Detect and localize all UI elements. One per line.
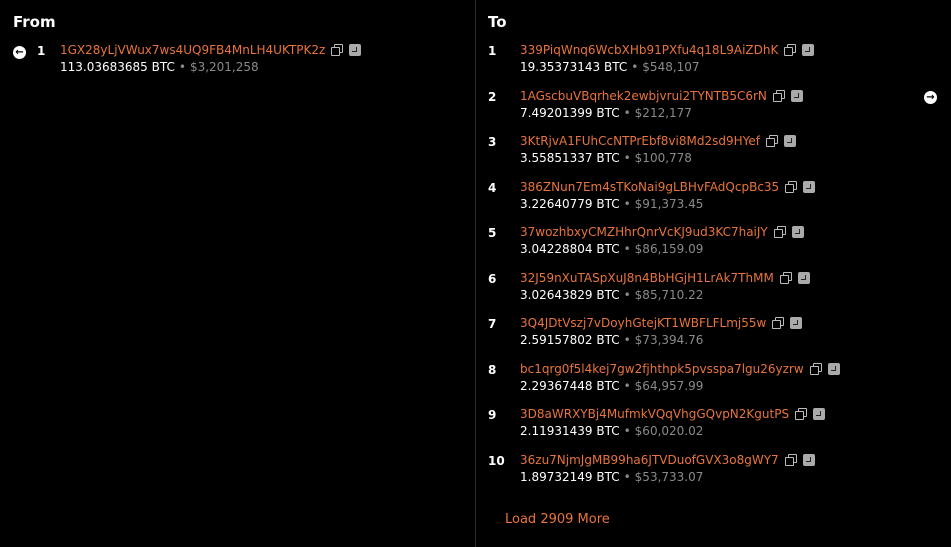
copy-icon[interactable]	[773, 226, 786, 238]
from-title: From	[13, 13, 56, 31]
explorer-icon[interactable]	[349, 44, 362, 56]
copy-icon[interactable]	[784, 454, 797, 466]
output-btc-amount: 19.35373143 BTC	[520, 60, 628, 74]
output-usd-amount: $212,177	[634, 106, 692, 120]
separator-dot: •	[623, 470, 631, 484]
output-index: 7	[488, 317, 497, 331]
from-input-row: 1 1GX28yLjVWux7ws4UQ9FB4MnLH4UKTPK2z 113…	[37, 43, 457, 77]
output-index: 1	[488, 44, 497, 58]
copy-icon[interactable]	[785, 181, 798, 193]
output-index: 3	[488, 135, 497, 149]
output-row: 6 32J59nXuTASpXuJ8n4BbHGjH1LrAk7ThMM 3.026…	[488, 271, 918, 305]
output-usd-amount: $91,373.45	[634, 197, 704, 211]
explorer-icon[interactable]	[790, 317, 803, 329]
copy-icon[interactable]	[784, 44, 797, 56]
output-row: 4 386ZNun7Em4sTKoNai9gLBHvFAdQcpBc35 3.226…	[488, 180, 918, 214]
output-usd-amount: $64,957.99	[634, 379, 704, 393]
output-address-link[interactable]: 32J59nXuTASpXuJ8n4BbHGjH1LrAk7ThMM	[520, 271, 774, 285]
to-title: To	[488, 13, 507, 31]
input-address-link[interactable]: 1GX28yLjVWux7ws4UQ9FB4MnLH4UKTPK2z	[60, 43, 325, 57]
input-usd-amount: $3,201,258	[189, 60, 259, 74]
separator-dot: •	[178, 60, 186, 74]
explorer-icon[interactable]	[797, 272, 810, 284]
output-btc-amount: 3.04228804 BTC	[520, 242, 620, 256]
output-index: 8	[488, 363, 497, 377]
transaction-io-panel: From ← 1 1GX28yLjVWux7ws4UQ9FB4MnLH4UKTP…	[0, 0, 951, 547]
output-address-link[interactable]: 3D8aWRXYBj4MufmkVQqVhgGQvpN2KgutPS	[520, 407, 789, 421]
separator-dot: •	[623, 333, 631, 347]
output-row: 10 36zu7NjmJgMB99ha6JTVDuofGVX3o8gWY7 1.89…	[488, 453, 918, 487]
copy-icon[interactable]	[809, 363, 822, 375]
separator-dot: •	[623, 424, 631, 438]
output-address-link[interactable]: 3Q4JDtVszj7vDoyhGtejKT1WBFLFLmj55w	[520, 316, 766, 330]
output-address-link[interactable]: bc1qrg0f5l4kej7gw2fjhthpk5pvsspa7lgu26yz…	[520, 362, 804, 376]
output-usd-amount: $85,710.22	[634, 288, 704, 302]
input-index: 1	[37, 44, 46, 58]
copy-icon[interactable]	[772, 90, 785, 102]
input-btc-amount: 113.03683685 BTC	[60, 60, 175, 74]
explorer-icon[interactable]	[790, 90, 803, 102]
output-btc-amount: 2.29367448 BTC	[520, 379, 620, 393]
output-btc-amount: 3.55851337 BTC	[520, 151, 620, 165]
output-btc-amount: 1.89732149 BTC	[520, 470, 620, 484]
output-row: 1 339PiqWnq6WcbXHb91PXfu4q18L9AiZDhK 19.35…	[488, 43, 918, 77]
output-row: 7 3Q4JDtVszj7vDoyhGtejKT1WBFLFLmj55w 2.591…	[488, 316, 918, 350]
copy-icon[interactable]	[765, 135, 778, 147]
output-row: 2 1AGscbuVBqrhek2ewbjvrui2TYNTB5C6rN 7.492…	[488, 89, 918, 123]
separator-dot: •	[623, 242, 631, 256]
output-btc-amount: 7.49201399 BTC	[520, 106, 620, 120]
explorer-icon[interactable]	[827, 363, 840, 375]
output-address-link[interactable]: 386ZNun7Em4sTKoNai9gLBHvFAdQcpBc35	[520, 180, 779, 194]
explorer-icon[interactable]	[802, 44, 815, 56]
separator-dot: •	[623, 151, 631, 165]
copy-icon[interactable]	[795, 408, 808, 420]
explorer-icon[interactable]	[802, 454, 815, 466]
separator-dot: •	[631, 60, 639, 74]
separator-dot: •	[623, 379, 631, 393]
output-index: 5	[488, 226, 497, 240]
output-row: 9 3D8aWRXYBj4MufmkVQqVhgGQvpN2KgutPS 2.119…	[488, 407, 918, 441]
output-index: 10	[488, 454, 505, 468]
output-address-link[interactable]: 36zu7NjmJgMB99ha6JTVDuofGVX3o8gWY7	[520, 453, 779, 467]
output-usd-amount: $53,733.07	[634, 470, 704, 484]
arrow-left-icon[interactable]: ←	[13, 46, 26, 59]
output-row: 5 37wozhbxyCMZHhrQnrVcKJ9ud3KC7haiJY 3.042…	[488, 225, 918, 259]
output-address-link[interactable]: 1AGscbuVBqrhek2ewbjvrui2TYNTB5C6rN	[520, 89, 767, 103]
arrow-right-icon[interactable]: →	[924, 91, 937, 104]
output-index: 2	[488, 90, 497, 104]
output-usd-amount: $100,778	[634, 151, 692, 165]
output-address-link[interactable]: 339PiqWnq6WcbXHb91PXfu4q18L9AiZDhK	[520, 43, 778, 57]
explorer-icon[interactable]	[813, 408, 826, 420]
explorer-icon[interactable]	[803, 181, 816, 193]
output-index: 9	[488, 408, 497, 422]
to-column: To → 1 339PiqWnq6WcbXHb91PXfu4q18L9AiZDhK…	[476, 0, 951, 547]
explorer-icon[interactable]	[783, 135, 796, 147]
output-btc-amount: 2.59157802 BTC	[520, 333, 620, 347]
output-address-link[interactable]: 3KtRjvA1FUhCcNTPrEbf8vi8Md2sd9HYef	[520, 134, 760, 148]
output-btc-amount: 3.22640779 BTC	[520, 197, 620, 211]
output-address-link[interactable]: 37wozhbxyCMZHhrQnrVcKJ9ud3KC7haiJY	[520, 225, 768, 239]
separator-dot: •	[623, 197, 631, 211]
separator-dot: •	[623, 106, 631, 120]
copy-icon[interactable]	[772, 317, 785, 329]
output-usd-amount: $548,107	[642, 60, 700, 74]
output-btc-amount: 3.02643829 BTC	[520, 288, 620, 302]
output-usd-amount: $60,020.02	[634, 424, 704, 438]
from-column: From ← 1 1GX28yLjVWux7ws4UQ9FB4MnLH4UKTP…	[0, 0, 476, 547]
explorer-icon[interactable]	[791, 226, 804, 238]
load-more-button[interactable]: Load 2909 More	[505, 512, 610, 527]
output-row: 3 3KtRjvA1FUhCcNTPrEbf8vi8Md2sd9HYef 3.558…	[488, 134, 918, 168]
copy-icon[interactable]	[779, 272, 792, 284]
output-usd-amount: $86,159.09	[634, 242, 704, 256]
output-index: 4	[488, 181, 497, 195]
separator-dot: •	[623, 288, 631, 302]
output-btc-amount: 2.11931439 BTC	[520, 424, 620, 438]
output-index: 6	[488, 272, 497, 286]
output-row: 8 bc1qrg0f5l4kej7gw2fjhthpk5pvsspa7lgu26y…	[488, 362, 918, 396]
copy-icon[interactable]	[331, 44, 344, 56]
output-usd-amount: $73,394.76	[634, 333, 704, 347]
